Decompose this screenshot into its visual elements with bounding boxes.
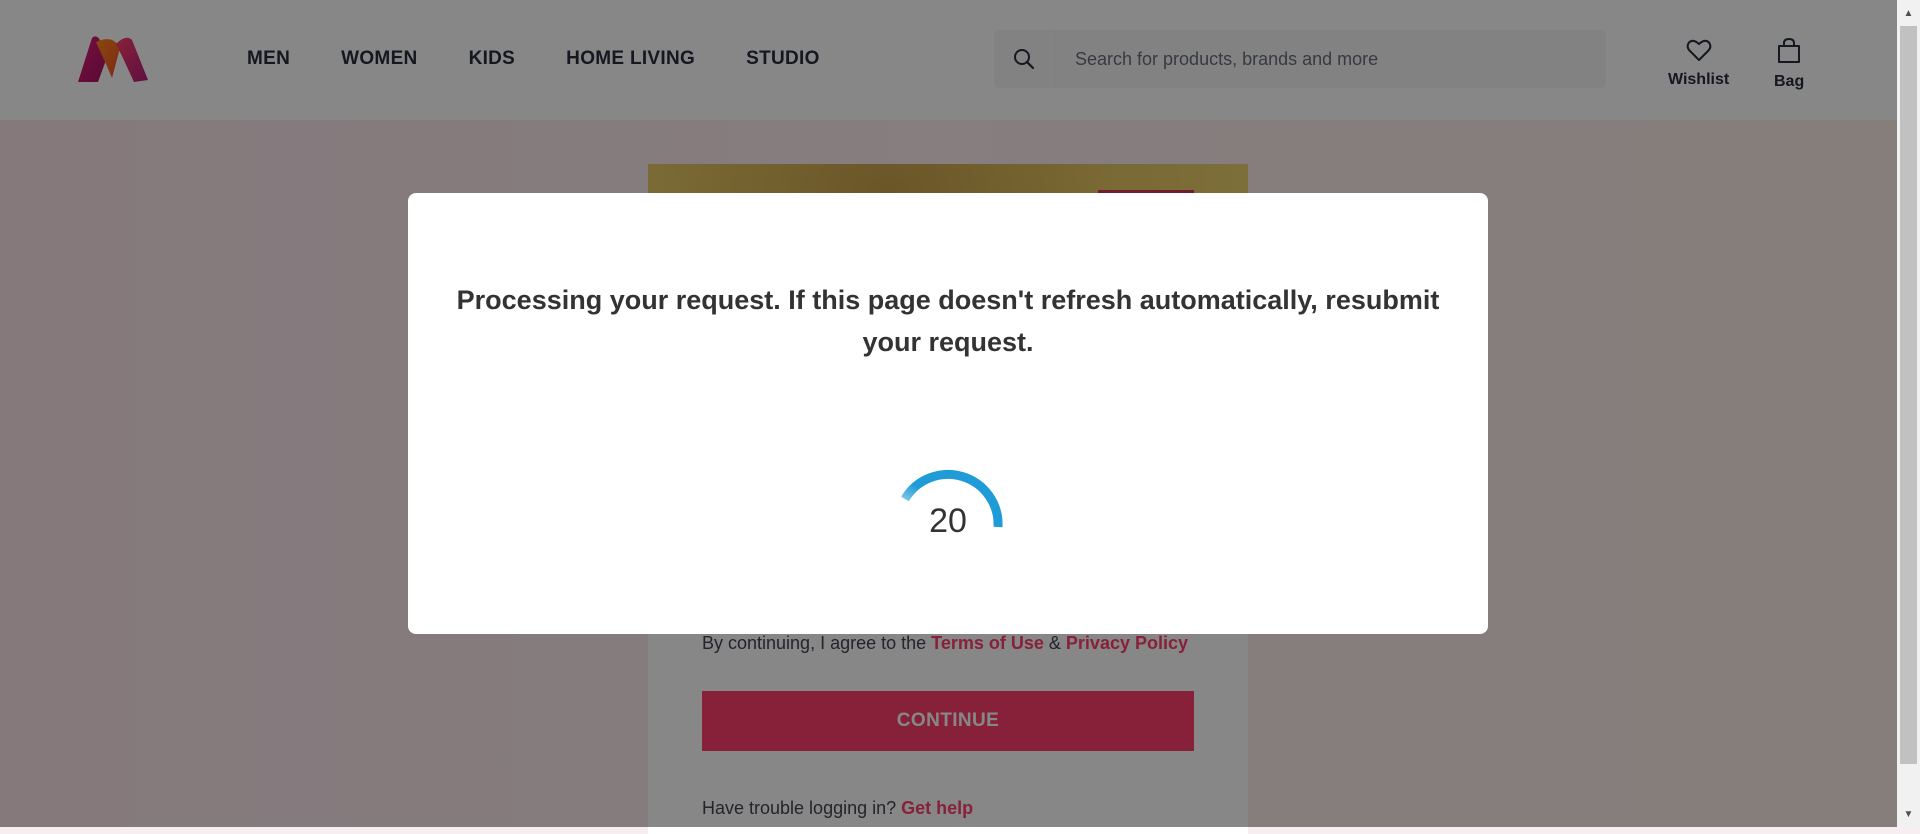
- scroll-up-icon[interactable]: ▲: [1897, 3, 1920, 23]
- scroll-down-icon[interactable]: ▼: [1897, 804, 1920, 824]
- vertical-scrollbar[interactable]: ▲ ▼: [1897, 0, 1920, 827]
- countdown-number: 20: [929, 501, 967, 540]
- scrollbar-thumb[interactable]: [1900, 26, 1917, 764]
- processing-modal: Processing your request. If this page do…: [408, 193, 1488, 634]
- processing-message: Processing your request. If this page do…: [456, 285, 1440, 357]
- loading-spinner: 20: [891, 457, 1005, 571]
